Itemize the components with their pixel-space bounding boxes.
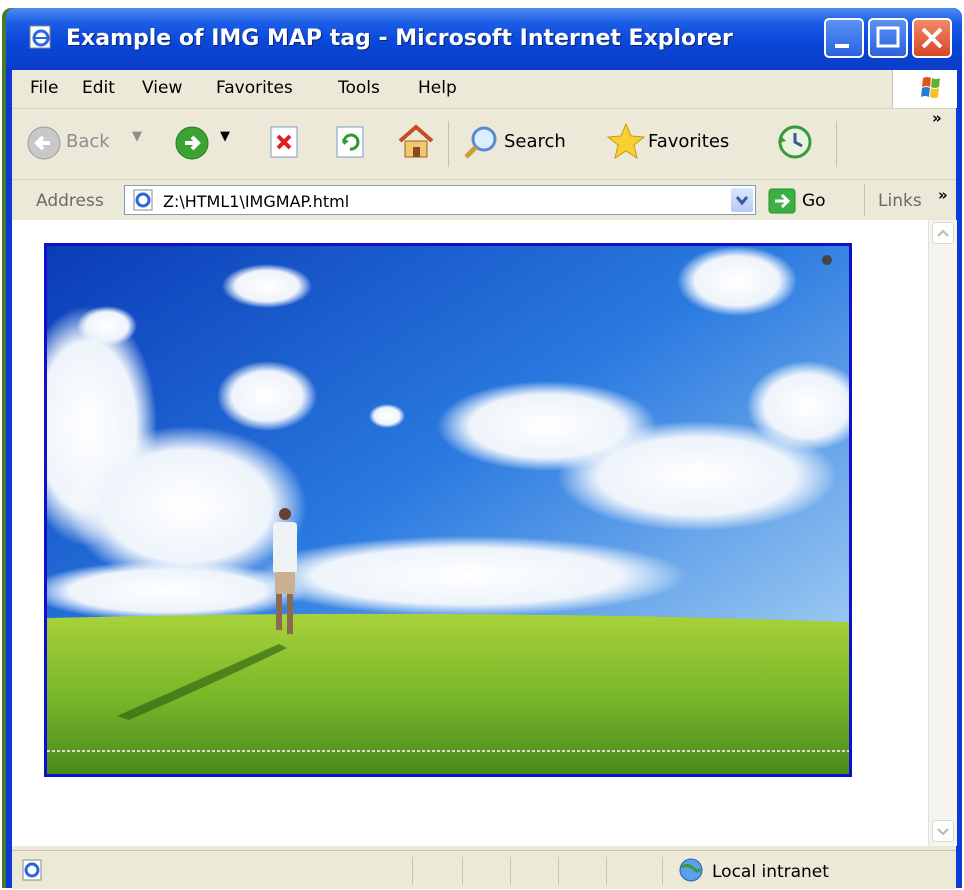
toolbar-separator <box>448 121 449 167</box>
menu-file[interactable]: File <box>30 78 58 98</box>
image-map-photo[interactable] <box>44 243 852 777</box>
address-separator <box>864 184 865 216</box>
ie-page-icon <box>133 189 153 211</box>
back-button[interactable]: Back <box>66 131 110 152</box>
maximize-button[interactable] <box>868 18 908 58</box>
windows-flag-icon <box>921 77 940 98</box>
status-divider <box>510 857 511 885</box>
chevron-down-icon <box>735 196 749 206</box>
menu-favorites[interactable]: Favorites <box>216 78 293 98</box>
ie-page-icon <box>29 25 51 49</box>
globe-icon <box>679 858 703 882</box>
standard-toolbar: Back ▼ ▼ Search Favorites » <box>12 109 956 180</box>
address-input[interactable]: Z:\HTML1\IMGMAP.html <box>124 185 756 215</box>
status-divider <box>662 857 663 885</box>
toolbar-overflow-chevron[interactable]: » <box>932 109 942 127</box>
go-arrow-icon[interactable] <box>768 188 796 214</box>
stop-icon[interactable] <box>268 125 302 159</box>
scroll-down-button[interactable] <box>932 820 954 842</box>
links-button[interactable]: Links <box>878 191 922 211</box>
title-bar[interactable]: Example of IMG MAP tag - Microsoft Inter… <box>6 8 962 70</box>
favorites-button[interactable]: Favorites <box>648 131 729 152</box>
back-dropdown-arrow[interactable]: ▼ <box>132 129 142 144</box>
status-bar: Local intranet <box>12 850 956 889</box>
page-caption-fragment <box>0 0 964 8</box>
status-divider <box>462 857 463 885</box>
history-icon[interactable] <box>776 123 814 161</box>
chevron-up-icon <box>937 229 949 237</box>
minimize-icon <box>835 44 849 48</box>
ie-page-icon <box>22 859 42 881</box>
menu-view[interactable]: View <box>142 78 182 98</box>
address-bar: Address Z:\HTML1\IMGMAP.html Go Links » <box>12 180 956 221</box>
status-divider <box>606 857 607 885</box>
windows-flag-logo <box>892 70 957 108</box>
home-icon[interactable] <box>396 121 436 161</box>
address-dropdown-button[interactable] <box>731 188 753 212</box>
toolbar-separator <box>836 121 837 167</box>
close-button[interactable] <box>912 18 952 58</box>
search-icon <box>464 126 497 159</box>
vertical-scrollbar[interactable] <box>928 220 957 846</box>
status-divider <box>412 857 413 885</box>
address-label: Address <box>36 191 104 211</box>
favorites-star-icon <box>606 122 646 160</box>
search-button[interactable]: Search <box>504 131 566 152</box>
menu-tools[interactable]: Tools <box>338 78 380 98</box>
status-divider <box>558 857 559 885</box>
menu-edit[interactable]: Edit <box>82 78 115 98</box>
security-zone-label: Local intranet <box>712 862 829 882</box>
window-title: Example of IMG MAP tag - Microsoft Inter… <box>66 26 733 51</box>
landscape-image <box>47 246 849 774</box>
menu-help[interactable]: Help <box>418 78 457 98</box>
scroll-up-button[interactable] <box>932 222 954 244</box>
back-arrow-icon <box>27 126 61 160</box>
minimize-button[interactable] <box>824 18 864 58</box>
links-overflow-chevron[interactable]: » <box>938 186 948 204</box>
close-icon <box>921 27 943 49</box>
forward-dropdown-arrow[interactable]: ▼ <box>220 129 230 144</box>
chevron-down-icon <box>937 828 949 836</box>
refresh-icon[interactable] <box>334 125 368 159</box>
address-url: Z:\HTML1\IMGMAP.html <box>163 192 350 211</box>
forward-arrow-icon[interactable] <box>174 125 210 161</box>
maximize-icon <box>876 26 900 48</box>
go-button[interactable]: Go <box>802 191 826 211</box>
menu-bar: File Edit View Favorites Tools Help <box>12 70 957 109</box>
